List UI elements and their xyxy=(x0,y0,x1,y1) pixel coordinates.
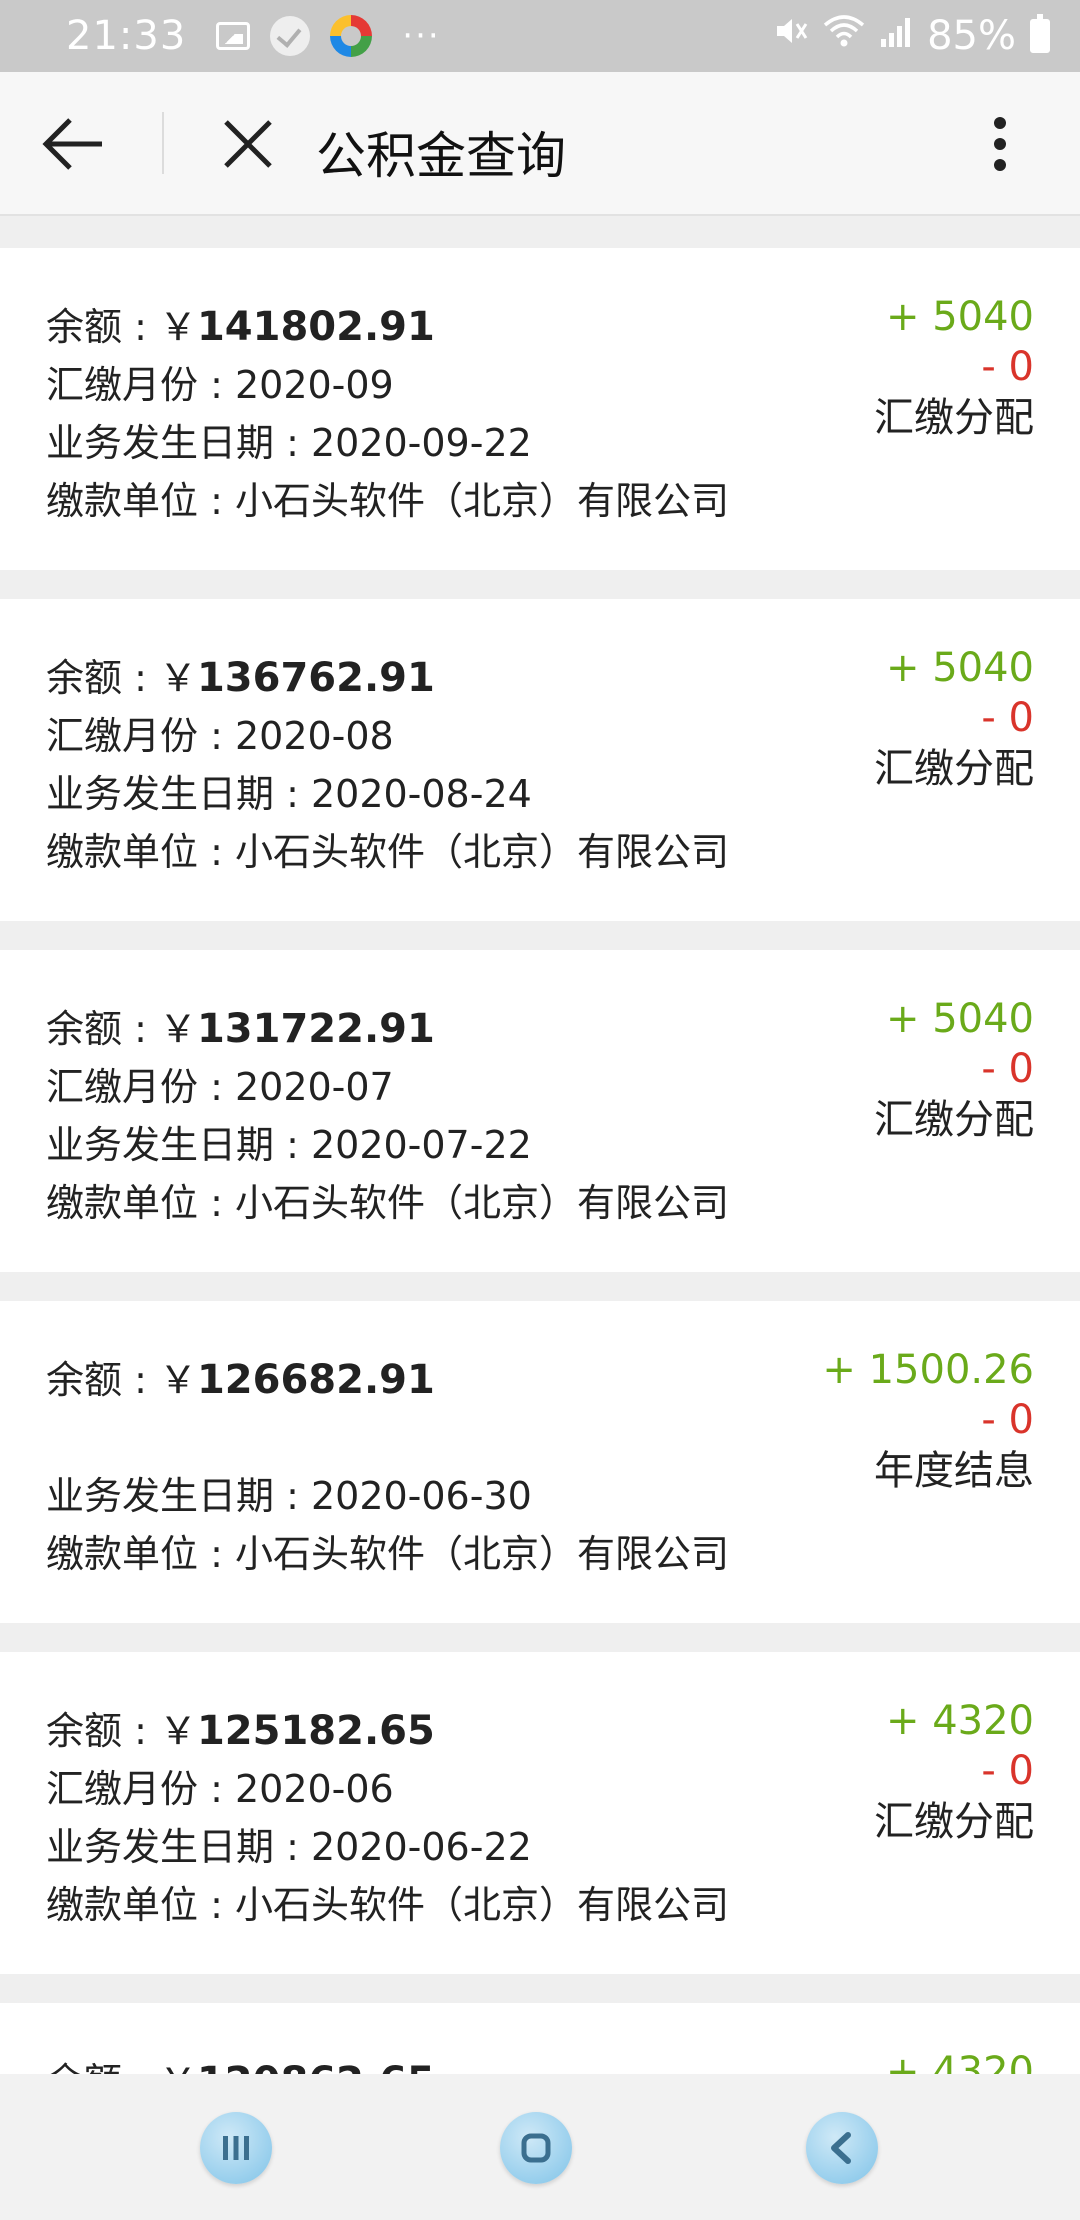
page-title: 公积金查询 xyxy=(316,127,566,185)
balance-line: 余额 : ￥141802.91 xyxy=(46,298,729,356)
recent-apps-button[interactable] xyxy=(200,2112,272,2184)
date-line: 业务发生日期 : 2020-06-22 xyxy=(46,1825,532,1869)
record-type: 汇缴分配 xyxy=(874,1097,1034,1143)
record-card[interactable]: 余额 : ￥126682.91 业务发生日期 : 2020-06-30 缴款单位… xyxy=(0,1301,1080,1623)
toolbar-divider xyxy=(162,112,164,174)
balance-amount: 131722.91 xyxy=(196,1006,435,1052)
balance-amount: 120862.65 xyxy=(197,2059,435,2074)
system-icons: 85% xyxy=(773,13,1050,59)
record-card[interactable]: 余额 : ￥125182.65 汇缴月份 : 2020-06 业务发生日期 : … xyxy=(0,1652,1080,1974)
month-line: 汇缴月份 : 2020-08 xyxy=(46,714,394,758)
status-time: 21:33 xyxy=(66,13,187,59)
check-icon xyxy=(270,16,311,56)
mute-icon xyxy=(773,13,809,59)
balance-line: 余额 : ￥125182.65 xyxy=(46,1702,729,1760)
date-line: 业务发生日期 : 2020-08-24 xyxy=(46,772,532,816)
month-line: 汇缴月份 : 2020-06 xyxy=(46,1767,394,1811)
image-icon xyxy=(216,22,251,50)
debit-amount: - 0 xyxy=(981,1397,1034,1443)
company-line: 缴款单位 : 小石头软件（北京）有限公司 xyxy=(46,830,729,874)
recent-apps-icon xyxy=(200,2112,272,2184)
back-button[interactable] xyxy=(40,112,110,176)
date-line: 业务发生日期 : 2020-06-30 xyxy=(46,1474,532,1518)
record-amounts: + 5040 - 0 汇缴分配 xyxy=(874,292,1034,444)
debit-amount: - 0 xyxy=(981,344,1034,390)
balance-label: 余额 : ￥ xyxy=(46,305,197,349)
balance-amount: 126682.91 xyxy=(196,1357,435,1403)
balance-line: 余额 : ￥131722.91 xyxy=(46,1000,729,1058)
balance-label: 余额 : ￥ xyxy=(46,1709,197,1753)
balance-amount: 125182.65 xyxy=(196,1708,435,1754)
balance-label: 余额 : ￥ xyxy=(46,2060,197,2074)
record-details: 余额 : ￥131722.91 汇缴月份 : 2020-07 业务发生日期 : … xyxy=(46,1000,729,1232)
record-amounts: + 4320 - 0 汇缴分配 xyxy=(874,1696,1034,1848)
record-type: 汇缴分配 xyxy=(874,746,1034,792)
date-line: 业务发生日期 : 2020-09-22 xyxy=(46,421,532,465)
balance-label: 余额 : ￥ xyxy=(46,1358,197,1402)
credit-amount: + 5040 xyxy=(885,645,1034,691)
balance-line: 余额 : ￥126682.91 xyxy=(46,1351,729,1409)
date-line: 业务发生日期 : 2020-07-22 xyxy=(46,1123,532,1167)
month-line xyxy=(46,1409,729,1467)
record-card[interactable]: 余额 : ￥136762.91 汇缴月份 : 2020-08 业务发生日期 : … xyxy=(0,599,1080,921)
record-amounts: + 1500.26 - 0 年度结息 xyxy=(822,1345,1034,1497)
more-vertical-icon xyxy=(994,117,1006,171)
record-amounts: + 5040 - 0 汇缴分配 xyxy=(874,994,1034,1146)
balance-label: 余额 : ￥ xyxy=(46,656,197,700)
record-type: 汇缴分配 xyxy=(874,395,1034,441)
back-icon xyxy=(806,2112,878,2184)
month-line: 汇缴月份 : 2020-07 xyxy=(46,1065,394,1109)
credit-amount: + 4320 xyxy=(885,2049,1034,2074)
company-line: 缴款单位 : 小石头软件（北京）有限公司 xyxy=(46,1181,729,1225)
record-card[interactable]: 余额 : ￥120862.65 + 4320 xyxy=(0,2003,1080,2074)
balance-label: 余额 : ￥ xyxy=(46,1007,197,1051)
record-details: 余额 : ￥120862.65 xyxy=(46,2053,435,2074)
signal-icon xyxy=(879,13,913,59)
company-line: 缴款单位 : 小石头软件（北京）有限公司 xyxy=(46,1532,729,1576)
record-details: 余额 : ￥136762.91 汇缴月份 : 2020-08 业务发生日期 : … xyxy=(46,649,729,881)
balance-line: 余额 : ￥136762.91 xyxy=(46,649,729,707)
record-details: 余额 : ￥125182.65 汇缴月份 : 2020-06 业务发生日期 : … xyxy=(46,1702,729,1934)
more-dots-icon: ··· xyxy=(402,16,441,56)
record-card[interactable]: 余额 : ￥141802.91 汇缴月份 : 2020-09 业务发生日期 : … xyxy=(0,248,1080,570)
month-line: 汇缴月份 : 2020-09 xyxy=(46,363,394,407)
nav-back-button[interactable] xyxy=(806,2112,878,2184)
credit-amount: + 4320 xyxy=(885,1698,1034,1744)
record-details: 余额 : ￥141802.91 汇缴月份 : 2020-09 业务发生日期 : … xyxy=(46,298,729,530)
colorful-app-icon xyxy=(330,15,373,57)
company-line: 缴款单位 : 小石头软件（北京）有限公司 xyxy=(46,479,729,523)
more-options-button[interactable] xyxy=(980,114,1020,174)
debit-amount: - 0 xyxy=(981,695,1034,741)
balance-amount: 141802.91 xyxy=(196,304,435,350)
record-list[interactable]: 余额 : ￥141802.91 汇缴月份 : 2020-09 业务发生日期 : … xyxy=(0,248,1080,2074)
record-amounts: + 5040 - 0 汇缴分配 xyxy=(874,643,1034,795)
close-icon xyxy=(224,120,272,168)
credit-amount: + 5040 xyxy=(885,294,1034,340)
credit-amount: + 5040 xyxy=(885,996,1034,1042)
app-bar: 公积金查询 xyxy=(0,72,1080,216)
debit-amount: - 0 xyxy=(981,1748,1034,1794)
balance-amount: 136762.91 xyxy=(196,655,435,701)
company-line: 缴款单位 : 小石头软件（北京）有限公司 xyxy=(46,1883,729,1927)
battery-percent: 85% xyxy=(927,13,1016,59)
record-details: 余额 : ￥126682.91 业务发生日期 : 2020-06-30 缴款单位… xyxy=(46,1351,729,1583)
balance-line: 余额 : ￥120862.65 xyxy=(46,2053,435,2074)
notification-icons: ··· xyxy=(216,15,440,57)
debit-amount: - 0 xyxy=(981,1046,1034,1092)
record-type: 年度结息 xyxy=(874,1448,1034,1494)
status-bar: 21:33 ··· 85% xyxy=(0,0,1080,72)
home-icon xyxy=(500,2112,572,2184)
record-type: 汇缴分配 xyxy=(874,1799,1034,1845)
battery-icon xyxy=(1030,14,1050,53)
back-arrow-icon xyxy=(42,118,102,170)
wifi-icon xyxy=(823,13,865,59)
home-button[interactable] xyxy=(500,2112,572,2184)
record-amounts: + 4320 xyxy=(886,2047,1034,2074)
navigation-bar xyxy=(0,2074,1080,2220)
credit-amount: + 1500.26 xyxy=(822,1347,1034,1393)
record-card[interactable]: 余额 : ￥131722.91 汇缴月份 : 2020-07 业务发生日期 : … xyxy=(0,950,1080,1272)
close-button[interactable] xyxy=(218,114,278,174)
